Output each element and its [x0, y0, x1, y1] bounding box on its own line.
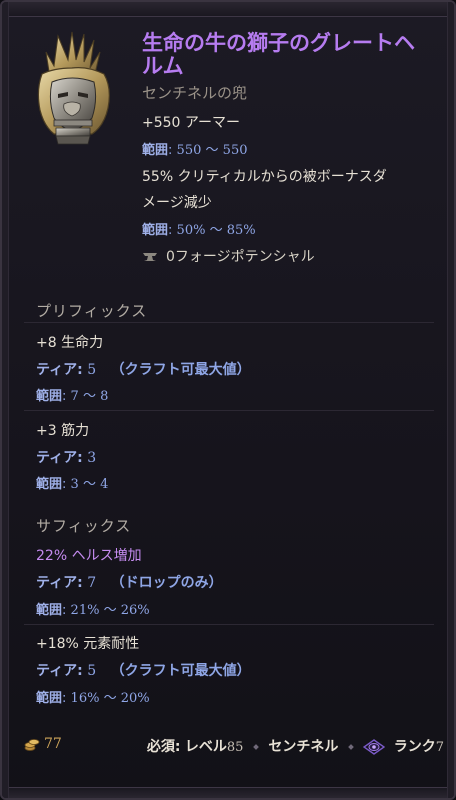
requirements: 必須: レベル85 センチネル ランク7: [147, 736, 444, 756]
gold-coins-icon: [24, 739, 40, 751]
rank-label: ランク: [393, 739, 436, 755]
rank-value: 7: [435, 740, 444, 755]
range-min: 3: [70, 477, 79, 492]
implicit-armor-range: 範囲: 550 〜 550: [142, 139, 248, 158]
tier-note: （クラフト可最大値）: [110, 663, 251, 679]
range-min: 550: [176, 143, 202, 158]
range-label: 範囲: [36, 603, 63, 618]
prefix-affix-vitality-range: 範囲: 7 〜 8: [36, 389, 109, 404]
tier-value: 5: [87, 663, 97, 679]
tier-label: ティア: [36, 575, 78, 591]
suffix-affix-elemental-resist-range: 範囲: 16% 〜 20%: [36, 691, 150, 706]
range-min: 21%: [70, 603, 100, 618]
level-label: レベル: [184, 739, 227, 755]
tooltip-frame-left: [2, 2, 9, 798]
range-label: 範囲: [36, 389, 63, 404]
range-max: 20%: [120, 691, 150, 706]
frame-corner: [436, 2, 454, 20]
prefix-affix-strength: +3 筋力: [36, 423, 90, 439]
frame-corner: [2, 2, 20, 20]
item-tooltip: 生命の牛の獅子のグレートヘルム センチネルの兜 +550 アーマー 範囲: 55…: [0, 0, 456, 800]
prefix-affix-vitality-tier: ティア: 5 （クラフト可最大値）: [36, 362, 251, 378]
range-colon: :: [168, 223, 173, 238]
suffix-header: サフィックス: [36, 517, 132, 535]
forge-anvil-icon: [143, 253, 157, 261]
requirement-label: 必須:: [146, 739, 181, 755]
range-max: 4: [100, 477, 109, 492]
tier-note: （クラフト可最大値）: [110, 362, 251, 378]
range-tilde: 〜: [103, 603, 117, 618]
prefix-affix-strength-range: 範囲: 3 〜 4: [36, 477, 109, 492]
range-max: 550: [222, 143, 248, 158]
item-name: 生命の牛の獅子のグレートヘルム: [142, 31, 415, 78]
forge-potential-text: 0フォージポテンシャル: [166, 249, 315, 265]
separator-dot: [347, 744, 354, 750]
divider: [24, 322, 434, 323]
range-label: 範囲: [36, 477, 63, 492]
range-tilde: 〜: [82, 477, 96, 492]
tooltip-frame-bottom: [2, 787, 454, 798]
gold-value: 77: [44, 736, 62, 752]
implicit-crit-reduction-line2: メージ減少: [142, 195, 212, 211]
tier-value: 7: [87, 575, 97, 591]
suffix-affix-health-range: 範囲: 21% 〜 26%: [36, 603, 150, 618]
prefix-affix-strength-tier: ティア: 3: [36, 450, 97, 466]
range-tilde: 〜: [205, 143, 219, 158]
rank-eye-icon: [363, 739, 386, 755]
range-min: 50%: [176, 223, 206, 238]
range-max: 8: [100, 389, 109, 404]
range-label: 範囲: [36, 691, 63, 706]
tier-note: （ドロップのみ）: [110, 575, 223, 591]
tier-label: ティア: [36, 362, 78, 378]
suffix-affix-health-tier: ティア: 7 （ドロップのみ）: [36, 575, 223, 591]
helm-icon: [37, 31, 110, 145]
tier-label: ティア: [36, 450, 78, 466]
range-min: 7: [70, 389, 79, 404]
item-base-type: センチネルの兜: [142, 84, 248, 102]
prefix-affix-vitality: +8 生命力: [36, 335, 104, 351]
class-requirement: センチネル: [268, 739, 339, 755]
range-tilde: 〜: [82, 389, 96, 404]
frame-corner: [436, 780, 454, 798]
tooltip-frame-top: [2, 2, 454, 17]
range-max: 26%: [120, 603, 150, 618]
range-label: 範囲: [142, 143, 169, 158]
divider: [24, 410, 434, 411]
range-tilde: 〜: [209, 223, 223, 238]
tier-value: 3: [87, 450, 97, 466]
frame-corner: [2, 780, 20, 798]
tooltip-footer: 77 必須: レベル85 センチネル ランク7: [24, 734, 444, 758]
implicit-crit-reduction-range: 範囲: 50% 〜 85%: [142, 219, 256, 238]
implicit-crit-reduction-line1: 55% クリティカルからの被ボーナスダ: [142, 169, 387, 185]
divider: [24, 624, 434, 625]
range-min: 16%: [70, 691, 100, 706]
prefix-header: プリフィックス: [36, 302, 148, 320]
range-colon: :: [168, 143, 173, 158]
suffix-affix-elemental-resist: +18% 元素耐性: [36, 636, 140, 652]
tooltip-frame-right: [447, 2, 454, 798]
range-tilde: 〜: [103, 691, 117, 706]
separator-dot: [253, 744, 259, 750]
suffix-affix-health: 22% ヘルス増加: [36, 548, 142, 564]
tier-value: 5: [87, 362, 97, 378]
implicit-armor: +550 アーマー: [142, 115, 241, 131]
range-label: 範囲: [142, 223, 169, 238]
tier-label: ティア: [36, 663, 78, 679]
suffix-affix-elemental-resist-tier: ティア: 5 （クラフト可最大値）: [36, 663, 251, 679]
level-value: 85: [226, 740, 244, 755]
range-max: 85%: [226, 223, 256, 238]
forge-potential: 0フォージポテンシャル: [142, 246, 315, 266]
